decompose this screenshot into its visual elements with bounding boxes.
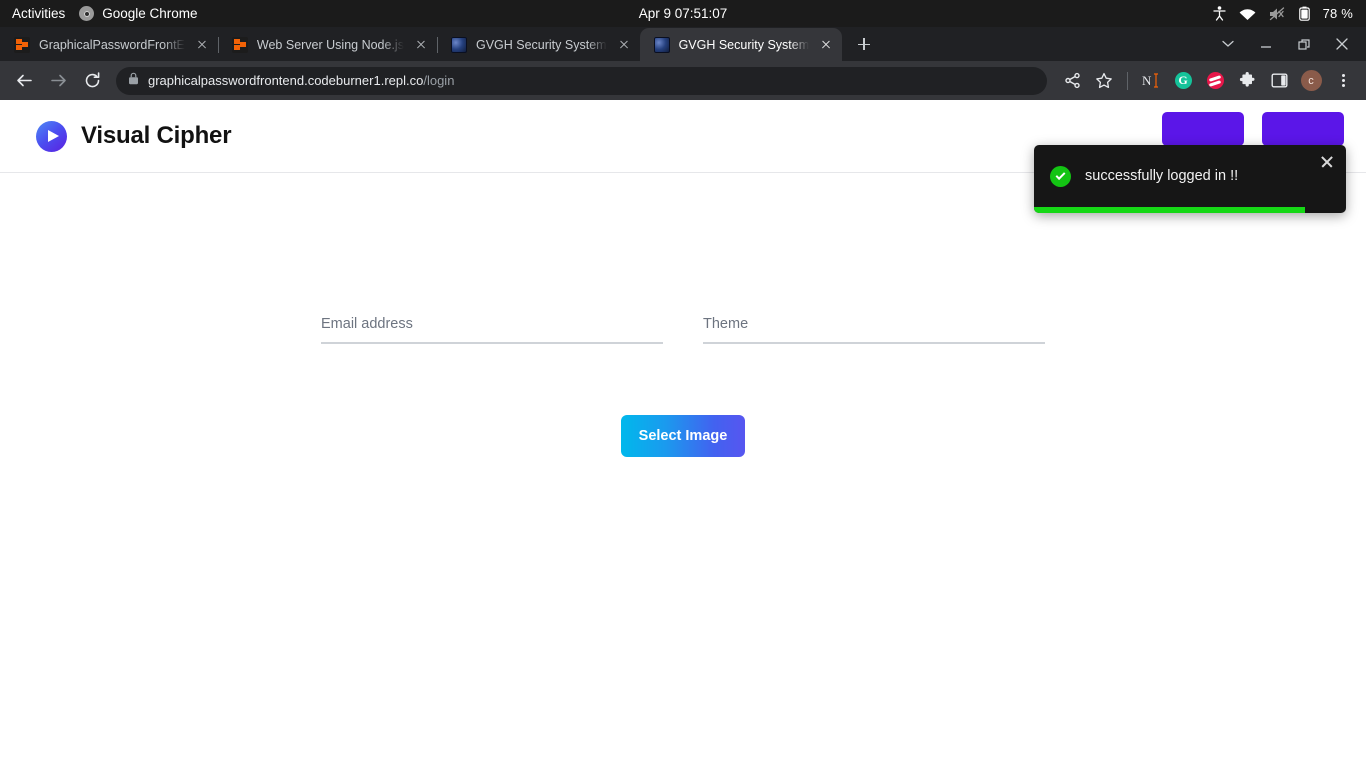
page-title: Visual Cipher bbox=[81, 122, 231, 150]
chrome-menu-icon[interactable] bbox=[1328, 66, 1358, 96]
pocket-extension-icon[interactable] bbox=[1200, 66, 1230, 96]
address-bar[interactable]: graphicalpasswordfrontend.codeburner1.re… bbox=[116, 67, 1047, 95]
tab-close-icon[interactable] bbox=[413, 37, 429, 53]
brand[interactable]: Visual Cipher bbox=[36, 121, 231, 152]
forward-icon[interactable] bbox=[42, 65, 74, 97]
tab-close-icon[interactable] bbox=[616, 37, 632, 53]
address-bar-url: graphicalpasswordfrontend.codeburner1.re… bbox=[148, 73, 454, 88]
browser-tab-1[interactable]: GraphicalPasswordFrontE bbox=[0, 28, 218, 61]
form-fields-row: Email address Theme bbox=[0, 316, 1366, 344]
toast-notification: successfully logged in !! bbox=[1034, 145, 1346, 213]
login-form: Email address Theme Select Image bbox=[0, 173, 1366, 457]
close-window-button[interactable] bbox=[1324, 29, 1360, 59]
grammarly-logo: G bbox=[1175, 72, 1192, 89]
toast-body: successfully logged in !! bbox=[1034, 145, 1346, 207]
tab-title: Web Server Using Node.js bbox=[257, 38, 404, 52]
play-circle-icon bbox=[36, 121, 67, 152]
replit-favicon-icon bbox=[232, 37, 248, 53]
system-clock[interactable]: Apr 9 07:51:07 bbox=[0, 6, 1366, 21]
web-page-content: Visual Cipher Email address Theme Select… bbox=[0, 100, 1366, 768]
toast-progress-bar bbox=[1034, 207, 1305, 213]
browser-tab-4-active[interactable]: GVGH Security System bbox=[640, 28, 843, 61]
maximize-button[interactable] bbox=[1286, 29, 1322, 59]
bookmark-star-icon[interactable] bbox=[1089, 66, 1119, 96]
header-actions bbox=[1162, 112, 1344, 146]
battery-percent-label: 78 % bbox=[1323, 6, 1353, 21]
pocket-logo bbox=[1207, 72, 1224, 89]
gnome-top-bar: Activities Google Chrome Apr 9 07:51:07 … bbox=[0, 0, 1366, 27]
window-controls bbox=[1210, 27, 1366, 61]
profile-avatar[interactable]: c bbox=[1296, 66, 1326, 96]
lock-icon[interactable] bbox=[128, 72, 139, 90]
wifi-icon[interactable] bbox=[1239, 7, 1256, 20]
tab-title: GraphicalPasswordFrontE bbox=[39, 38, 185, 52]
browser-tab-2[interactable]: Web Server Using Node.js bbox=[218, 28, 437, 61]
new-tab-button[interactable] bbox=[850, 30, 878, 58]
theme-label: Theme bbox=[703, 316, 1045, 342]
toast-close-icon[interactable] bbox=[1319, 153, 1335, 169]
toolbar-divider bbox=[1127, 72, 1128, 90]
reload-icon[interactable] bbox=[76, 65, 108, 97]
chrome-window: GraphicalPasswordFrontE Web Server Using… bbox=[0, 27, 1366, 768]
tab-search-icon[interactable] bbox=[1210, 29, 1246, 59]
svg-text:N: N bbox=[1142, 73, 1152, 88]
grammarly-extension-icon[interactable]: G bbox=[1168, 66, 1198, 96]
theme-underline bbox=[703, 342, 1045, 344]
email-address-label: Email address bbox=[321, 316, 663, 342]
extensions-puzzle-icon[interactable] bbox=[1232, 66, 1262, 96]
browser-toolbar: graphicalpasswordfrontend.codeburner1.re… bbox=[0, 61, 1366, 100]
profile-initial: c bbox=[1301, 70, 1322, 91]
header-button-1[interactable] bbox=[1162, 112, 1244, 146]
activities-button[interactable]: Activities bbox=[12, 6, 65, 21]
email-address-field[interactable]: Email address bbox=[321, 316, 663, 344]
active-app-label: Google Chrome bbox=[102, 6, 197, 21]
battery-icon[interactable] bbox=[1299, 6, 1310, 21]
minimize-button[interactable] bbox=[1248, 29, 1284, 59]
select-image-button[interactable]: Select Image bbox=[621, 415, 745, 457]
browser-tab-3[interactable]: GVGH Security System bbox=[437, 28, 640, 61]
site-favicon-icon bbox=[654, 37, 670, 53]
tab-title: GVGH Security System bbox=[476, 38, 607, 52]
theme-field[interactable]: Theme bbox=[703, 316, 1045, 344]
active-app-indicator[interactable]: Google Chrome bbox=[79, 6, 197, 21]
side-panel-icon[interactable] bbox=[1264, 66, 1294, 96]
tab-close-icon[interactable] bbox=[194, 37, 210, 53]
header-button-2[interactable] bbox=[1262, 112, 1344, 146]
site-favicon-icon bbox=[451, 37, 467, 53]
url-domain: graphicalpasswordfrontend.codeburner1.re… bbox=[148, 73, 423, 88]
url-path: /login bbox=[423, 73, 454, 88]
accessibility-icon[interactable] bbox=[1213, 6, 1226, 21]
text-cursor-extension-icon[interactable]: N bbox=[1136, 66, 1166, 96]
volume-muted-icon[interactable] bbox=[1269, 7, 1286, 21]
tab-title: GVGH Security System bbox=[679, 38, 810, 52]
email-address-underline bbox=[321, 342, 663, 344]
back-icon[interactable] bbox=[8, 65, 40, 97]
replit-favicon-icon bbox=[14, 37, 30, 53]
tab-strip: GraphicalPasswordFrontE Web Server Using… bbox=[0, 27, 1366, 61]
toast-message: successfully logged in !! bbox=[1085, 168, 1238, 184]
share-icon[interactable] bbox=[1057, 66, 1087, 96]
chrome-icon bbox=[79, 6, 94, 21]
check-circle-icon bbox=[1050, 166, 1071, 187]
tab-close-icon[interactable] bbox=[818, 37, 834, 53]
